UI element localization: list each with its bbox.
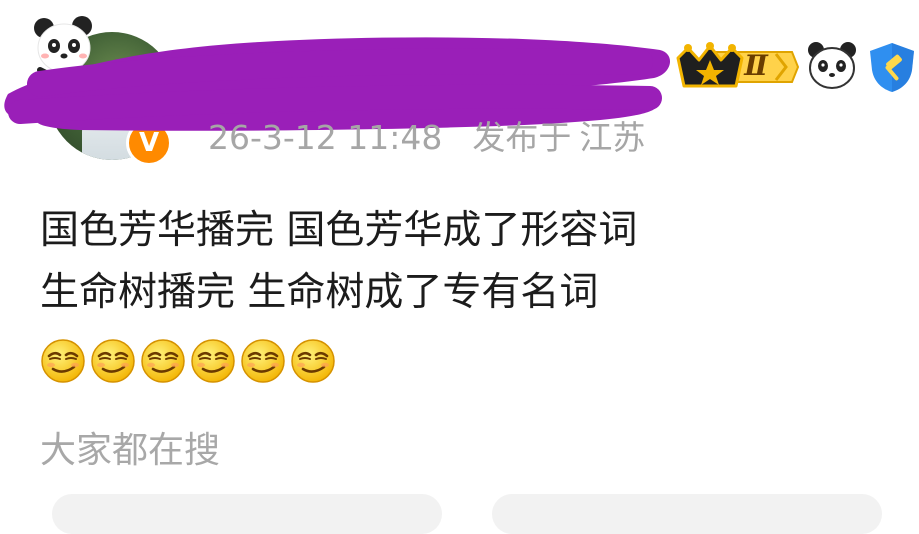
smirk-emoji <box>291 339 335 383</box>
smirk-emoji <box>91 339 135 383</box>
smirk-emoji <box>241 339 285 383</box>
level-numeral: Ⅱ <box>744 49 768 82</box>
trending-chip[interactable] <box>492 494 882 534</box>
content-line-1: 国色芳华播完 国色芳华成了形容词 <box>40 208 638 253</box>
smirk-emoji <box>41 339 85 383</box>
smirk-emoji <box>191 339 235 383</box>
crown-level-badge[interactable]: Ⅱ <box>672 40 800 94</box>
weibo-post: V Ⅱ 26-3-12 11:48 发布于 江苏 国色芳华播完 国色芳华成了形容… <box>0 0 919 534</box>
trending-searches-label: 大家都在搜 <box>40 430 221 471</box>
post-timestamp: 26-3-12 11:48 <box>208 118 443 157</box>
post-content: 国色芳华播完 国色芳华成了形容词 生命树播完 生命树成了专有名词 <box>40 200 900 324</box>
emoji-row <box>40 338 336 386</box>
panda-face-icon[interactable] <box>806 40 858 92</box>
post-meta: 26-3-12 11:48 发布于 江苏 <box>208 114 645 162</box>
crown-icon <box>676 42 800 88</box>
trending-chip[interactable] <box>52 494 442 534</box>
content-line-2: 生命树播完 生命树成了专有名词 <box>40 270 599 315</box>
location-prefix: 发布于 <box>472 118 572 157</box>
post-location: 江苏 <box>579 118 646 157</box>
shield-hammer-icon[interactable] <box>866 40 918 94</box>
smirk-emoji <box>141 339 185 383</box>
